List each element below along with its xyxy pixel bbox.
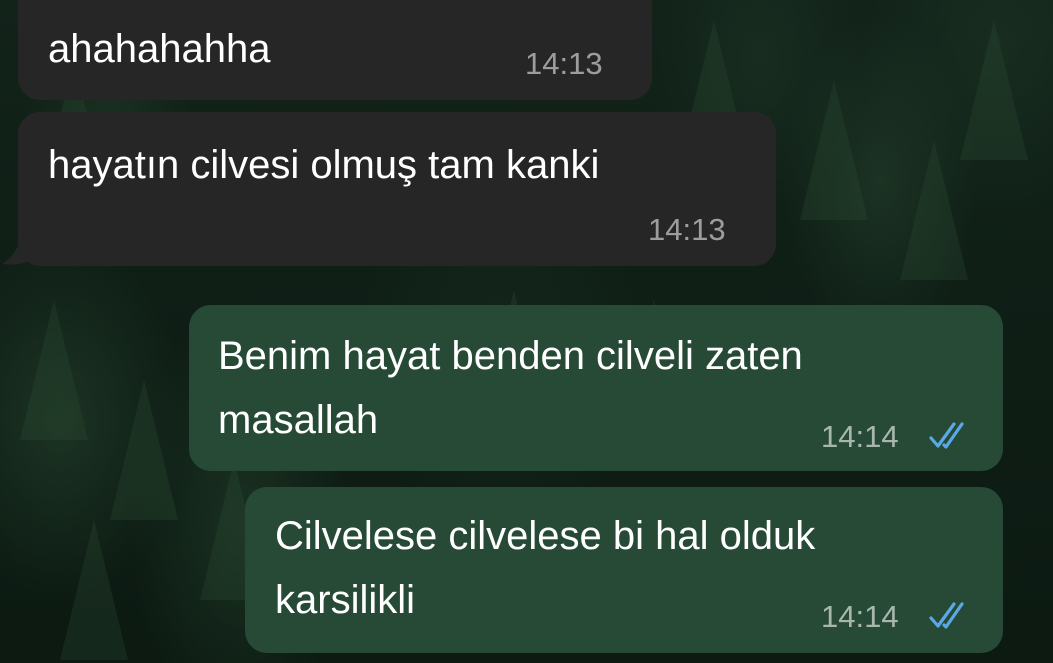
- incoming-message-bubble[interactable]: hayatın cilvesi olmuş tam kanki 14:13: [18, 112, 776, 266]
- double-check-icon: [929, 422, 964, 449]
- message-time: 14:14: [821, 419, 899, 454]
- tree-shape: [800, 80, 868, 220]
- tree-shape: [900, 140, 968, 280]
- message-time: 14:13: [648, 212, 726, 247]
- incoming-message-bubble[interactable]: ahahahahha 14:13: [18, 0, 652, 100]
- message-text-line: Benim hayat benden cilveli zaten: [218, 334, 803, 378]
- message-text: ahahahahha: [48, 27, 271, 71]
- outgoing-message-bubble[interactable]: Benim hayat benden cilveli zaten masalla…: [189, 305, 1003, 471]
- message-text-line: karsilikli: [275, 578, 415, 622]
- double-check-icon: [929, 602, 964, 629]
- tree-shape: [60, 520, 128, 660]
- message-time: 14:14: [821, 599, 899, 634]
- message-text: hayatın cilvesi olmuş tam kanki: [48, 143, 600, 187]
- message-text-line: masallah: [218, 398, 379, 442]
- message-time: 14:13: [525, 46, 603, 81]
- outgoing-message-bubble[interactable]: Cilvelese cilvelese bi hal olduk karsili…: [245, 487, 1003, 653]
- tree-shape: [110, 380, 178, 520]
- tree-shape: [960, 20, 1028, 160]
- tree-shape: [20, 300, 88, 440]
- incoming-bubble-tail: [2, 226, 38, 265]
- message-text-line: Cilvelese cilvelese bi hal olduk: [275, 514, 816, 558]
